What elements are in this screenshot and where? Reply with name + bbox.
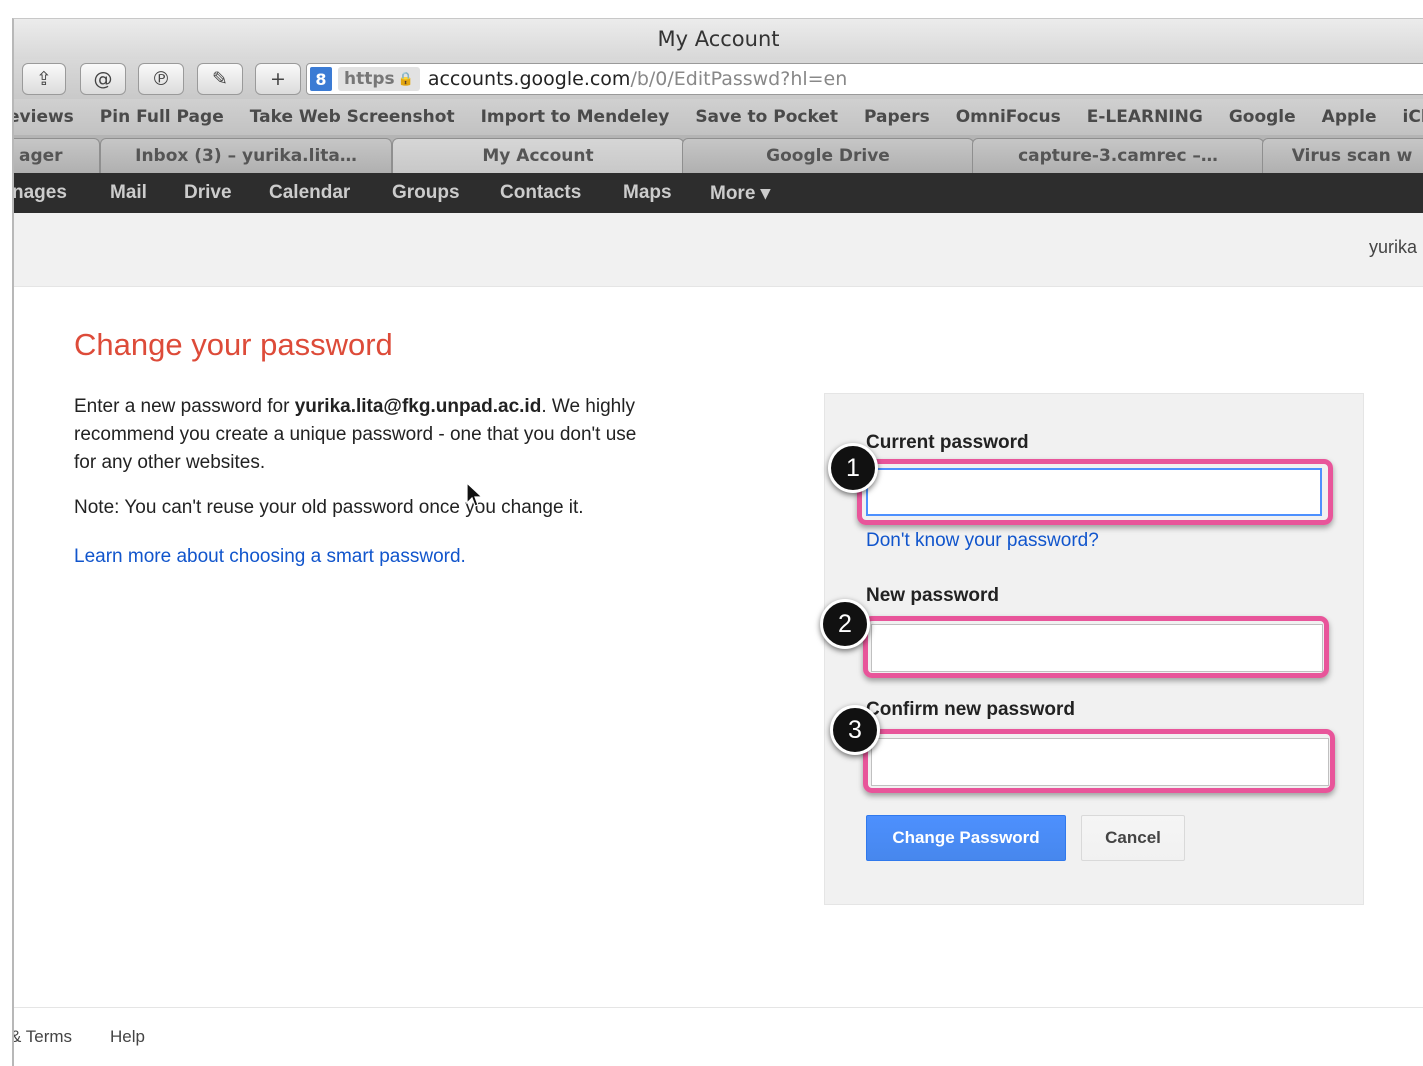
- confirm-password-input[interactable]: [871, 738, 1329, 786]
- gbar-images[interactable]: nages: [14, 182, 67, 204]
- tab-google-drive[interactable]: Google Drive: [682, 138, 974, 173]
- account-email: yurika.lita@fkg.unpad.ac.id: [294, 396, 542, 417]
- tab-inbox[interactable]: Inbox (3) – yurika.lita…: [100, 138, 392, 173]
- new-password-input[interactable]: [871, 624, 1323, 672]
- spiral-icon[interactable]: @: [80, 63, 126, 95]
- https-chip: https 🔒: [338, 67, 420, 91]
- intro-prefix: Enter a new password for: [74, 396, 295, 417]
- gbar-more[interactable]: More ▾: [710, 182, 770, 205]
- forgot-password-link[interactable]: Don't know your password?: [866, 530, 1099, 552]
- tab-manager[interactable]: ager: [14, 138, 100, 173]
- https-label: https: [344, 69, 395, 89]
- bookmark-item[interactable]: Pin Full Page: [100, 107, 224, 127]
- step-badge-1: 1: [828, 443, 878, 493]
- url-host: accounts.google.com: [427, 68, 631, 90]
- footer-divider: [14, 1007, 1423, 1008]
- current-password-input[interactable]: [866, 468, 1322, 516]
- evernote-icon[interactable]: ✎: [197, 63, 243, 95]
- share-icon[interactable]: ⇪: [22, 63, 66, 95]
- google-nav-bar: nages Mail Drive Calendar Groups Contact…: [14, 173, 1423, 213]
- learn-more-link[interactable]: Learn more about choosing a smart passwo…: [74, 546, 466, 568]
- footer-help-link[interactable]: Help: [110, 1027, 145, 1047]
- gbar-maps[interactable]: Maps: [623, 182, 672, 204]
- screenshot-frame: My Account ⇪ @ ℗ ✎ + 8 https 🔒 accounts.…: [0, 0, 1423, 1066]
- change-password-button[interactable]: Change Password: [866, 815, 1066, 861]
- bookmark-item[interactable]: Import to Mendeley: [481, 107, 670, 127]
- confirm-password-label: Confirm new password: [866, 699, 1076, 720]
- current-password-label: Current password: [866, 432, 1029, 453]
- bookmark-item[interactable]: E-LEARNING: [1087, 107, 1203, 127]
- step-badge-3: 3: [830, 705, 880, 755]
- new-password-label: New password: [866, 585, 1000, 606]
- search-engine-icon: 8: [310, 67, 332, 91]
- bookmarks-bar: eviews Pin Full Page Take Web Screenshot…: [14, 99, 1423, 135]
- cancel-button[interactable]: Cancel: [1081, 815, 1185, 861]
- password-form: Current password Don't know your passwor…: [824, 393, 1364, 905]
- page-title: Change your password: [74, 327, 393, 362]
- address-bar[interactable]: 8 https 🔒 accounts.google.com /b/0/EditP…: [306, 63, 1423, 95]
- gbar-calendar[interactable]: Calendar: [269, 182, 350, 204]
- bookmark-item[interactable]: Google: [1229, 107, 1296, 127]
- bookmark-item[interactable]: Take Web Screenshot: [250, 107, 455, 127]
- tab-bar: ager Inbox (3) – yurika.lita… My Account…: [14, 135, 1423, 173]
- tab-capture[interactable]: capture-3.camrec –…: [972, 138, 1264, 173]
- tab-my-account[interactable]: My Account: [392, 138, 684, 173]
- bookmark-item[interactable]: eviews: [14, 107, 74, 127]
- gbar-drive[interactable]: Drive: [184, 182, 232, 204]
- gbar-contacts[interactable]: Contacts: [500, 182, 581, 204]
- browser-toolbar: ⇪ @ ℗ ✎ + 8 https 🔒 accounts.google.com …: [14, 59, 1423, 99]
- gbar-groups[interactable]: Groups: [392, 182, 460, 204]
- gbar-mail[interactable]: Mail: [110, 182, 147, 204]
- bookmark-item[interactable]: OmniFocus: [956, 107, 1061, 127]
- url-path: /b/0/EditPasswd?hl=en: [630, 68, 848, 90]
- bookmark-item[interactable]: iCloud: [1403, 107, 1423, 127]
- mouse-cursor-icon: [466, 482, 484, 507]
- account-user[interactable]: yurika: [1369, 237, 1417, 258]
- reuse-note: Note: You can't reuse your old password …: [74, 497, 584, 518]
- bookmark-item[interactable]: Save to Pocket: [695, 107, 838, 127]
- add-icon[interactable]: +: [255, 63, 301, 95]
- footer-terms-link[interactable]: & Terms: [14, 1027, 72, 1047]
- pinterest-icon[interactable]: ℗: [138, 63, 184, 95]
- tab-virus-scan[interactable]: Virus scan w: [1262, 138, 1423, 173]
- intro-text: Enter a new password for yurika.lita@fkg…: [74, 393, 654, 477]
- browser-window: My Account ⇪ @ ℗ ✎ + 8 https 🔒 accounts.…: [12, 18, 1423, 1066]
- bookmark-item[interactable]: Apple: [1322, 107, 1377, 127]
- bookmark-item[interactable]: Papers: [864, 107, 930, 127]
- page-header: yurika: [14, 213, 1423, 287]
- step-badge-2: 2: [820, 599, 870, 649]
- window-title: My Account: [14, 19, 1423, 59]
- lock-icon: 🔒: [397, 71, 414, 87]
